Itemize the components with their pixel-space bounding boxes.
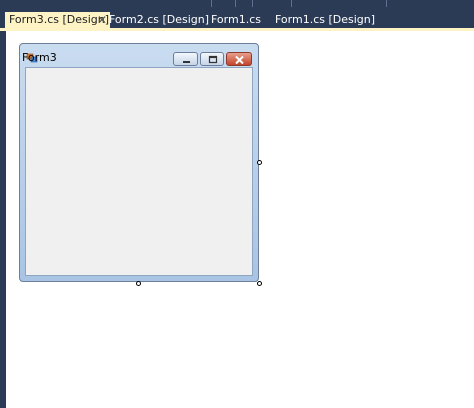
tab-form1-cs[interactable]: Form1.cs: [211, 12, 261, 28]
resize-handle-corner[interactable]: [257, 281, 262, 286]
document-tab-bar: Form3.cs [Design] ✕ Form2.cs [Design] Fo…: [0, 12, 474, 28]
resize-handle-bottom[interactable]: [136, 281, 141, 286]
tab-label: Form1.cs: [211, 13, 261, 26]
toolbar-separator: [252, 0, 253, 7]
minimize-button[interactable]: [173, 52, 198, 66]
close-tab-icon[interactable]: ✕: [97, 12, 107, 28]
maximize-icon: [208, 55, 218, 64]
toolbar-separator: [211, 0, 212, 7]
toolbar-separator: [235, 0, 236, 7]
tab-label: Form3.cs [Design]: [9, 13, 110, 26]
tab-label: Form2.cs [Design]: [109, 13, 210, 26]
tab-form1-design[interactable]: Form1.cs [Design]: [275, 12, 375, 28]
tab-form2-design[interactable]: Form2.cs [Design]: [109, 12, 209, 28]
toolbar-strip: [0, 0, 474, 12]
form-client-area[interactable]: [25, 67, 253, 276]
close-button[interactable]: [226, 52, 252, 66]
tab-form3-design[interactable]: Form3.cs [Design] ✕: [5, 12, 110, 28]
minimize-icon: [183, 61, 190, 63]
tab-label: Form1.cs [Design]: [275, 13, 376, 26]
toolbar-separator: [291, 0, 292, 7]
maximize-button[interactable]: [200, 52, 224, 66]
close-icon: [235, 55, 244, 65]
toolbar-separator: [386, 0, 387, 7]
resize-handle-right[interactable]: [257, 160, 262, 165]
form-title: Form3: [22, 51, 57, 64]
